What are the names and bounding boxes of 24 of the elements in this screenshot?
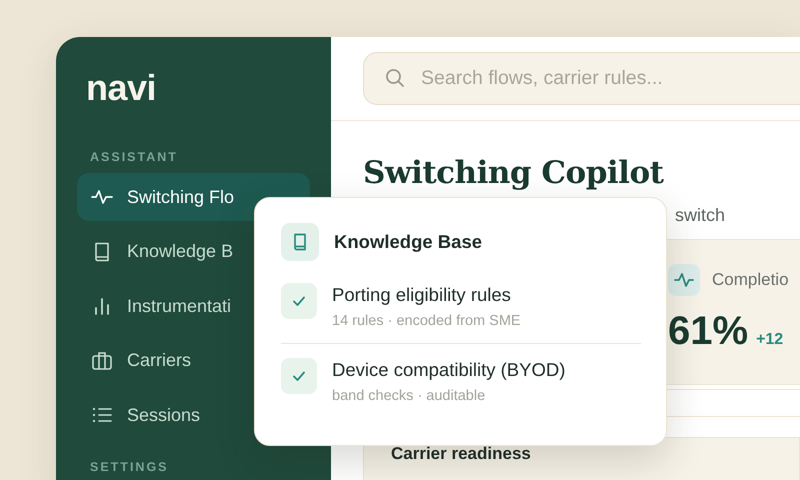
sidebar-item[interactable]: Instrumentati (77, 282, 310, 330)
stat-delta: +12 (756, 331, 784, 349)
section-label: SETTINGS (90, 459, 170, 475)
page-subtitle: switch (675, 204, 726, 227)
rule-title: Porting eligibility rules (332, 283, 512, 307)
search-field[interactable]: Search flows, carrier rules... (363, 52, 800, 105)
rule-title: Device compatibility (BYOD) (332, 358, 566, 382)
sidebar-item[interactable]: Sessions (77, 391, 310, 439)
checkbox[interactable] (281, 283, 317, 319)
rule-detail: band checks · auditable (332, 387, 486, 406)
sidebar-item[interactable]: Knowledge B (77, 228, 310, 276)
section-label: ASSISTANT (90, 149, 179, 165)
briefcase-icon (91, 350, 113, 372)
page-title: Switching Copilot (363, 154, 665, 193)
checkbox[interactable] (281, 358, 317, 394)
popover-title: Knowledge Base (334, 231, 482, 253)
sidebar-item[interactable]: Carriers (77, 336, 310, 384)
rule-detail: 14 rules · encoded from SME (332, 312, 521, 331)
stat-value: 61% (668, 308, 748, 355)
logo: navi (86, 67, 158, 109)
stat-label: Completio (712, 270, 789, 290)
pulse-icon (668, 264, 700, 296)
book-icon (281, 223, 319, 261)
card-title: Carrier readiness (391, 444, 531, 463)
